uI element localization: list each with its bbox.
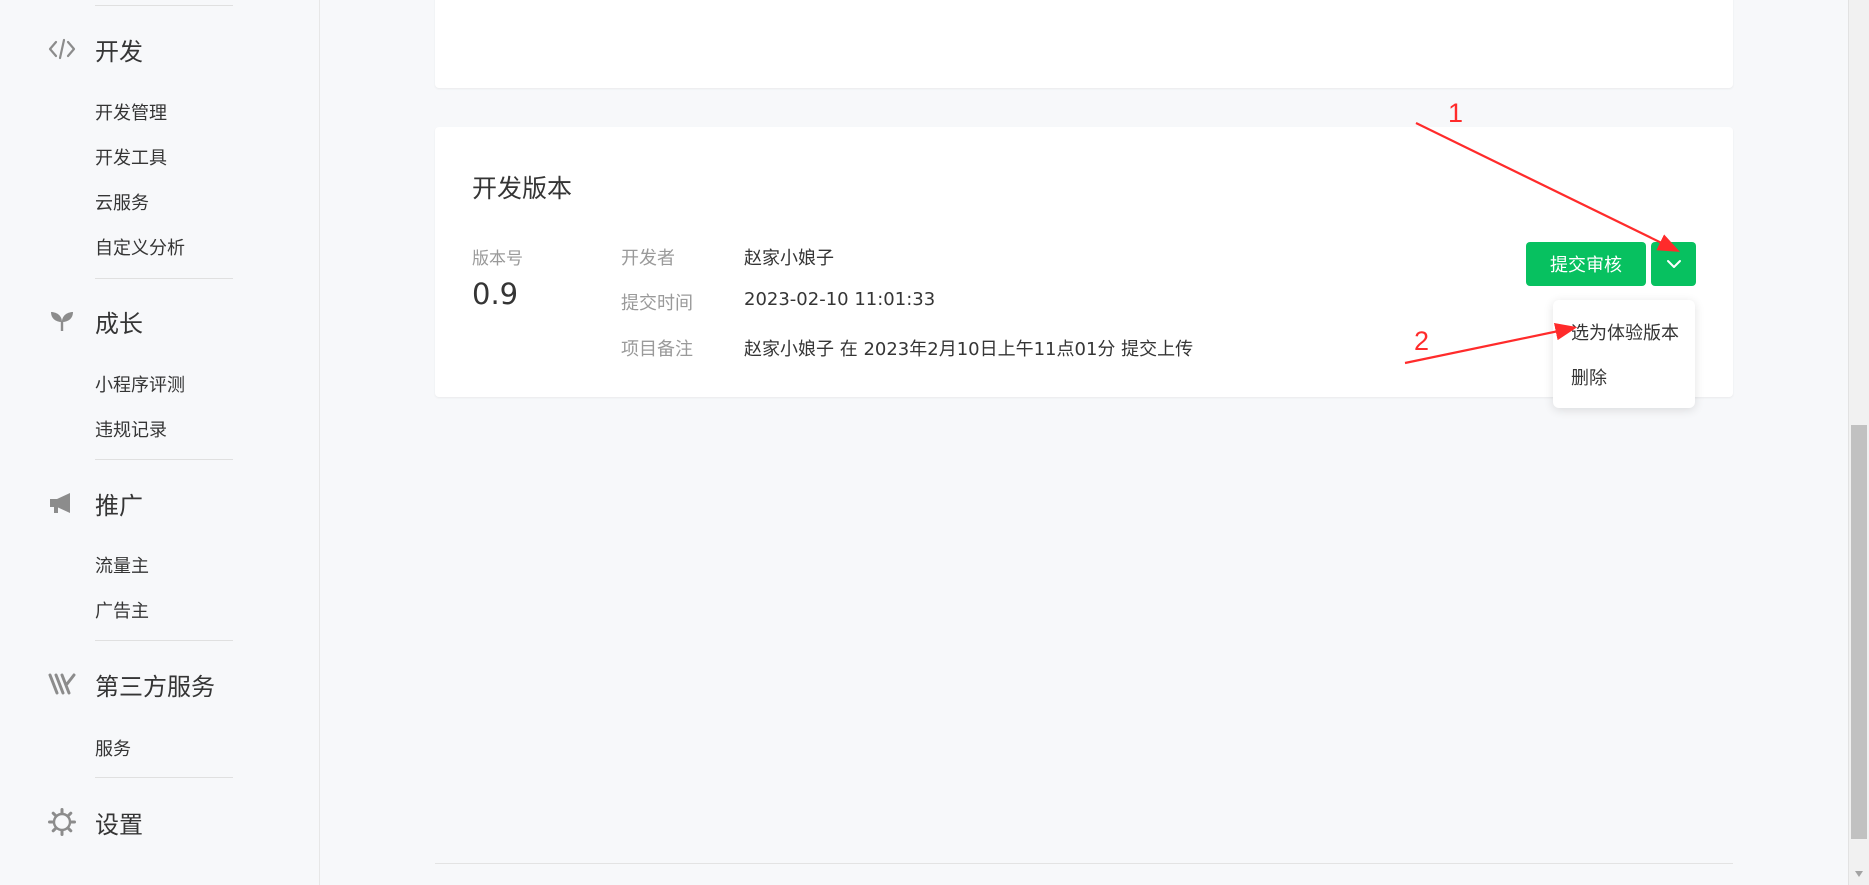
sidebar-item-cloud-service[interactable]: 云服务 [95, 189, 149, 215]
sidebar-item-violations[interactable]: 违规记录 [95, 416, 167, 442]
annotation-number-1: 1 [1448, 98, 1464, 128]
sidebar-group-label: 设置 [95, 810, 143, 839]
sidebar-item-dev-management[interactable]: 开发管理 [95, 99, 167, 125]
more-actions-button[interactable] [1651, 242, 1696, 286]
sidebar-item-custom-analysis[interactable]: 自定义分析 [95, 234, 185, 260]
sidebar-group-label: 推广 [95, 491, 143, 520]
sidebar-divider [95, 5, 233, 6]
submit-time-value: 2023-02-10 11:01:33 [744, 289, 936, 310]
third-party-icon [47, 669, 77, 699]
submit-time-label: 提交时间 [621, 293, 693, 314]
sidebar-group-third-party[interactable]: 第三方服务 [0, 664, 319, 704]
sidebar-item-traffic-owner[interactable]: 流量主 [95, 552, 149, 578]
sidebar-divider [95, 777, 233, 778]
megaphone-icon [47, 488, 77, 518]
note-label: 项目备注 [621, 339, 693, 360]
dropdown-item-delete[interactable]: 删除 [1571, 364, 1607, 390]
sidebar-divider [95, 640, 233, 641]
sidebar: 开发 开发管理 开发工具 云服务 自定义分析 成长 小程序评测 违规记录 推广 … [0, 0, 320, 885]
dev-version-title: 开发版本 [472, 174, 573, 203]
sidebar-item-dev-tools[interactable]: 开发工具 [95, 144, 167, 170]
sidebar-item-services[interactable]: 服务 [95, 735, 131, 761]
developer-value: 赵家小娘子 [744, 248, 834, 269]
code-icon [47, 34, 77, 64]
sprout-icon [47, 306, 77, 336]
sidebar-group-growth[interactable]: 成长 [0, 301, 319, 341]
sidebar-divider [95, 459, 233, 460]
sidebar-group-promotion[interactable]: 推广 [0, 483, 319, 523]
chevron-down-icon [1666, 260, 1681, 268]
scrollbar-thumb[interactable] [1851, 425, 1867, 839]
gear-icon [47, 807, 77, 837]
sidebar-group-label: 第三方服务 [95, 672, 215, 701]
note-value: 赵家小娘子 在 2023年2月10日上午11点01分 提交上传 [744, 339, 1194, 360]
sidebar-group-develop[interactable]: 开发 [0, 29, 319, 69]
sidebar-group-label: 成长 [95, 309, 143, 338]
previous-card [435, 0, 1733, 88]
more-actions-dropdown: 选为体验版本 删除 [1553, 300, 1695, 408]
footer-divider [435, 863, 1733, 864]
triangle-down-icon [1855, 871, 1863, 877]
sidebar-item-evaluation[interactable]: 小程序评测 [95, 371, 185, 397]
submit-review-button[interactable]: 提交审核 [1526, 242, 1646, 286]
sidebar-group-settings[interactable]: 设置 [0, 802, 319, 842]
sidebar-group-label: 开发 [95, 37, 143, 66]
sidebar-divider [95, 278, 233, 279]
dropdown-item-set-experience[interactable]: 选为体验版本 [1571, 319, 1679, 345]
scroll-down-arrow[interactable] [1851, 866, 1867, 882]
version-value: 0.9 [472, 277, 519, 311]
sidebar-item-advertiser[interactable]: 广告主 [95, 597, 149, 623]
developer-label: 开发者 [621, 248, 675, 269]
version-label: 版本号 [472, 249, 523, 269]
dev-version-card: 开发版本 版本号 0.9 开发者 赵家小娘子 提交时间 2023-02-10 1… [435, 127, 1733, 397]
